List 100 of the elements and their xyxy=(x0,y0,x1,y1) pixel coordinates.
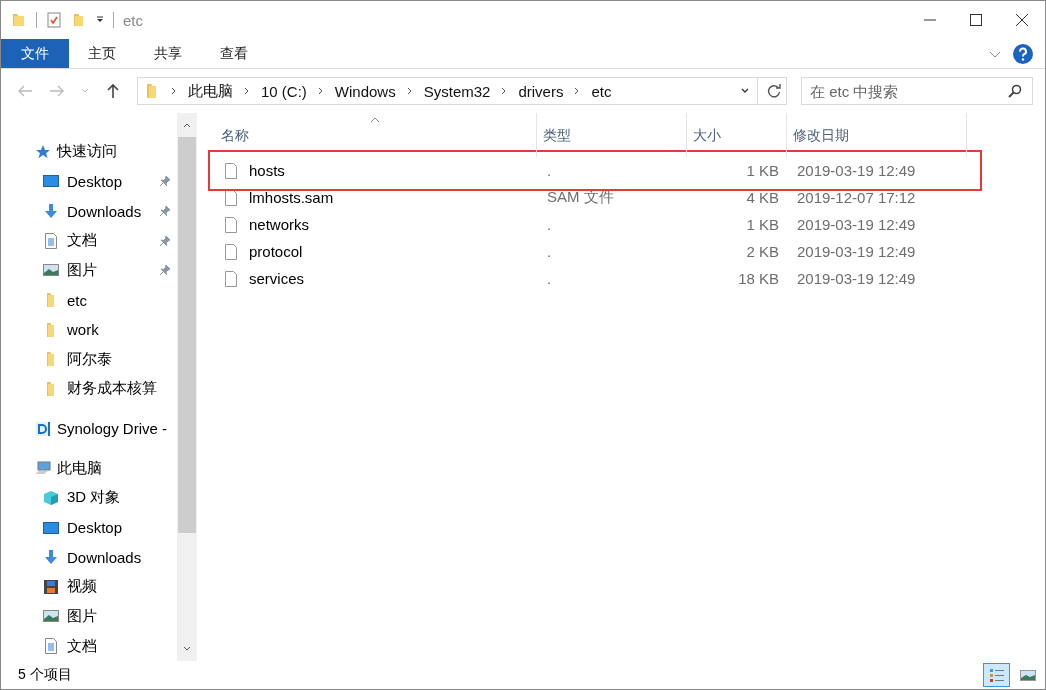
star-icon xyxy=(35,143,51,160)
file-type: . xyxy=(546,162,553,179)
chevron-right-icon[interactable] xyxy=(243,87,251,95)
file-icon xyxy=(223,243,239,260)
file-type: SAM 文件 xyxy=(546,188,615,207)
sidebar-item[interactable]: etc xyxy=(1,285,177,315)
file-type: . xyxy=(546,216,553,233)
file-name: services xyxy=(249,270,304,287)
desktop-icon xyxy=(43,173,59,190)
ribbon-tab[interactable]: 查看 xyxy=(201,39,267,68)
highlighted-row[interactable]: hosts . 1 KB 2019-03-19 12:49 xyxy=(215,157,975,184)
item-count: 5 个项目 xyxy=(18,666,72,684)
pin-icon[interactable] xyxy=(159,234,171,247)
sort-caret-icon xyxy=(370,117,380,123)
sidebar-item[interactable]: 视频 xyxy=(1,571,177,602)
scroll-up-icon[interactable] xyxy=(183,121,191,129)
column-header[interactable]: 类型 xyxy=(537,113,687,157)
file-type: . xyxy=(546,270,553,287)
dropdown-chevron-icon[interactable] xyxy=(741,87,749,95)
sidebar-item[interactable]: Synology Drive - xyxy=(1,413,177,444)
sidebar-item[interactable]: Desktop xyxy=(1,512,177,543)
help-icon[interactable] xyxy=(1013,43,1033,64)
file-size: 4 KB xyxy=(745,189,780,206)
sidebar-item[interactable]: 文档 xyxy=(1,631,177,661)
modified-date: 2019-03-19 12:49 xyxy=(796,216,917,233)
breadcrumb-item[interactable]: Windows xyxy=(334,82,396,100)
file-size: 1 KB xyxy=(745,216,780,233)
ribbon-tab[interactable]: 共享 xyxy=(135,39,201,68)
ribbon-tab[interactable]: 主页 xyxy=(69,39,135,68)
computer-icon xyxy=(35,460,51,477)
pin-icon[interactable] xyxy=(159,205,171,218)
details-list-icon xyxy=(988,667,1005,683)
file-icon xyxy=(223,270,239,287)
sidebar-item[interactable]: 此电脑 xyxy=(1,453,177,484)
drive-app-icon xyxy=(35,420,51,437)
breadcrumb-item[interactable]: drivers xyxy=(518,82,564,100)
file-name: networks xyxy=(249,216,310,233)
download-arrow-icon xyxy=(43,549,59,566)
search-field[interactable]: 在 etc 中搜索 xyxy=(801,77,1033,105)
breadcrumb-item[interactable]: 10 (C:) xyxy=(261,82,307,100)
breadcrumb-item[interactable]: 此电脑 xyxy=(188,81,233,101)
file-row[interactable]: protocol . 2 KB 2019-03-19 12:49 xyxy=(215,238,975,265)
sidebar-item[interactable]: 阿尔泰 xyxy=(1,344,177,375)
dropdown-icon[interactable] xyxy=(96,16,104,24)
chevron-right-icon[interactable] xyxy=(170,87,178,95)
sidebar-item[interactable]: Desktop xyxy=(1,166,177,197)
cube-icon xyxy=(43,489,59,506)
modified-date: 2019-12-07 17:12 xyxy=(796,189,917,206)
details-view-button[interactable] xyxy=(983,663,1010,687)
sidebar-item[interactable]: work xyxy=(1,314,177,345)
file-size: 1 KB xyxy=(745,162,780,179)
refresh-icon[interactable] xyxy=(766,83,782,99)
window-title: etc xyxy=(123,11,143,29)
address-bar[interactable]: 此电脑 10 (C:) Windows System32 drivers etc xyxy=(137,77,787,105)
sidebar-item[interactable]: 文档 xyxy=(1,225,177,256)
close-icon xyxy=(1016,14,1028,26)
search-icon[interactable] xyxy=(1007,83,1023,99)
scrollbar[interactable] xyxy=(177,113,197,661)
modified-date: 2019-03-19 12:49 xyxy=(796,162,917,179)
column-header[interactable]: 修改日期 xyxy=(787,113,967,157)
maximize-icon xyxy=(970,14,982,26)
sidebar-item[interactable]: Downloads xyxy=(1,196,177,226)
file-icon xyxy=(223,162,239,179)
desktop-icon xyxy=(43,519,59,536)
file-type: . xyxy=(546,243,553,260)
properties-icon[interactable] xyxy=(46,12,62,28)
file-row[interactable]: networks . 1 KB 2019-03-19 12:49 xyxy=(215,211,975,238)
picture-icon xyxy=(43,262,59,279)
modified-date: 2019-03-19 12:49 xyxy=(796,270,917,287)
download-arrow-icon xyxy=(43,203,59,220)
breadcrumb-item[interactable]: System32 xyxy=(423,82,491,100)
picture-icon xyxy=(43,608,59,625)
scroll-down-icon[interactable] xyxy=(183,645,191,653)
modified-date: 2019-03-19 12:49 xyxy=(796,243,917,260)
up-arrow-icon[interactable] xyxy=(105,83,121,99)
sidebar-item[interactable]: 财务成本核算 xyxy=(1,374,177,404)
file-icon xyxy=(223,216,239,233)
breadcrumb-item[interactable]: etc xyxy=(591,82,612,100)
sidebar-item[interactable]: 图片 xyxy=(1,601,177,632)
sidebar-item[interactable]: 3D 对象 xyxy=(1,483,177,513)
file-row[interactable]: services . 18 KB 2019-03-19 12:49 xyxy=(215,265,975,292)
sidebar-item[interactable]: Downloads xyxy=(1,542,177,572)
ribbon-tab[interactable]: 文件 xyxy=(1,39,69,68)
sidebar-item[interactable]: 快速访问 xyxy=(1,137,177,167)
file-name: hosts xyxy=(249,162,285,179)
pin-icon[interactable] xyxy=(159,175,171,188)
file-icon xyxy=(223,189,239,206)
sidebar-item[interactable]: 图片 xyxy=(1,255,177,286)
chevron-right-icon[interactable] xyxy=(405,87,414,95)
file-name: protocol xyxy=(249,243,303,260)
document-icon xyxy=(43,638,59,655)
picture-icon xyxy=(1019,667,1036,683)
film-strip-icon xyxy=(43,578,59,595)
chevron-right-icon[interactable] xyxy=(316,87,325,95)
pin-icon[interactable] xyxy=(159,264,171,277)
column-header[interactable]: 名称 xyxy=(215,113,537,157)
file-row[interactable]: lmhosts.sam SAM 文件 4 KB 2019-12-07 17:12 xyxy=(215,184,975,211)
file-size: 2 KB xyxy=(745,243,780,260)
column-header[interactable]: 大小 xyxy=(687,113,787,157)
file-size: 18 KB xyxy=(737,270,780,287)
